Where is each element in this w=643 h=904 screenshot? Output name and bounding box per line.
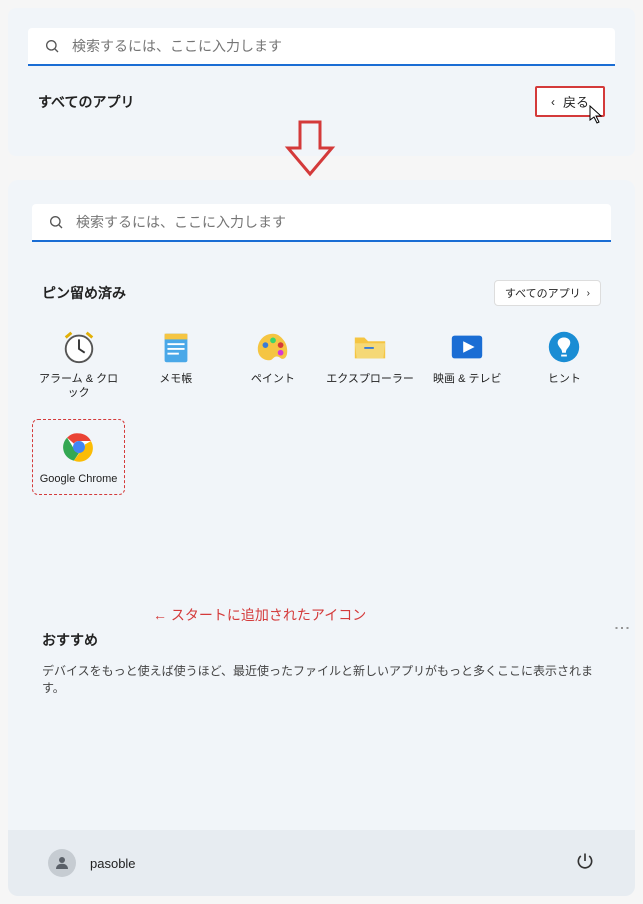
app-label: Google Chrome: [40, 472, 118, 486]
all-apps-header: すべてのアプリ ‹ 戻る: [28, 86, 615, 117]
cursor-icon: [589, 105, 605, 125]
back-button[interactable]: ‹ 戻る: [535, 86, 605, 117]
app-label: エクスプローラー: [326, 372, 414, 386]
app-movies-tv[interactable]: 映画 & テレビ: [421, 320, 514, 409]
app-label: 映画 & テレビ: [433, 372, 501, 386]
all-apps-button-label: すべてのアプリ: [505, 285, 581, 301]
app-notepad[interactable]: メモ帳: [129, 320, 222, 409]
user-avatar-icon: [48, 849, 76, 877]
chrome-icon: [60, 428, 98, 466]
user-account-button[interactable]: pasoble: [48, 849, 136, 877]
app-paint[interactable]: ペイント: [226, 320, 319, 409]
app-alarm-clock[interactable]: アラーム & クロック: [32, 320, 125, 409]
app-label: メモ帳: [159, 372, 192, 386]
search-bar[interactable]: [28, 28, 615, 66]
recommended-section: おすすめ デバイスをもっと使えば使うほど、最近使ったファイルと新しいアプリがもっ…: [32, 630, 611, 696]
chevron-left-icon: ‹: [551, 95, 555, 109]
pinned-header: ピン留め済み すべてのアプリ ›: [42, 280, 601, 306]
app-explorer[interactable]: エクスプローラー: [323, 320, 416, 409]
back-button-label: 戻る: [563, 92, 589, 111]
app-google-chrome[interactable]: Google Chrome: [32, 419, 125, 495]
all-apps-label: すべてのアプリ: [38, 92, 134, 112]
power-button[interactable]: [575, 851, 595, 876]
more-dots-button[interactable]: ⋮: [612, 620, 631, 632]
tips-icon: [545, 328, 583, 366]
recommended-title: おすすめ: [42, 630, 601, 650]
app-label: アラーム & クロック: [34, 372, 123, 401]
arrow-down-annotation: [280, 118, 340, 178]
search-icon: [44, 38, 60, 54]
search-input[interactable]: [72, 38, 599, 54]
annotation-text: ← スタートに追加されたアイコン: [153, 605, 366, 625]
search-bar-main[interactable]: [32, 204, 611, 242]
alarm-icon: [60, 328, 98, 366]
search-input-main[interactable]: [76, 214, 595, 230]
start-menu-panel: ピン留め済み すべてのアプリ › アラーム & クロック メモ帳 ペイント: [8, 180, 635, 896]
chevron-right-icon: ›: [587, 288, 590, 299]
recommended-text: デバイスをもっと使えば使うほど、最近使ったファイルと新しいアプリがもっと多くここ…: [42, 662, 601, 696]
app-label: ペイント: [251, 372, 295, 386]
movies-icon: [448, 328, 486, 366]
notepad-icon: [157, 328, 195, 366]
app-tips[interactable]: ヒント: [518, 320, 611, 409]
pinned-title: ピン留め済み: [42, 283, 126, 303]
pinned-apps-grid: アラーム & クロック メモ帳 ペイント エクスプローラー 映画 & テレビ: [32, 320, 611, 495]
folder-icon: [351, 328, 389, 366]
app-label: ヒント: [548, 372, 581, 386]
paint-icon: [254, 328, 292, 366]
start-footer: pasoble: [8, 830, 635, 896]
user-name-label: pasoble: [90, 856, 136, 871]
search-icon: [48, 214, 64, 230]
all-apps-button[interactable]: すべてのアプリ ›: [494, 280, 601, 306]
